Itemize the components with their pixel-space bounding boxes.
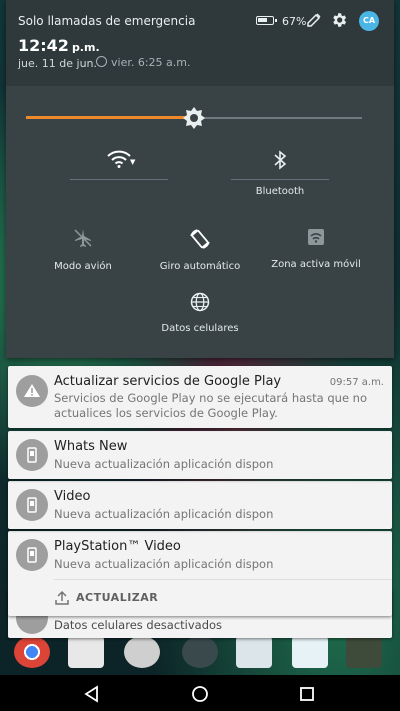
messages-app-icon bbox=[292, 636, 328, 668]
play-store-app-icon bbox=[68, 636, 104, 668]
hotspot-icon bbox=[308, 229, 324, 245]
wifi-tile-divider bbox=[70, 179, 168, 180]
update-action-button[interactable]: ACTUALIZAR bbox=[76, 591, 158, 604]
navigation-bar bbox=[0, 675, 400, 711]
upload-icon bbox=[55, 590, 69, 605]
bluetooth-tile-divider bbox=[231, 179, 329, 180]
google-play-time: 09:57 a.m. bbox=[329, 377, 384, 388]
whats-new-phone-icon bbox=[16, 439, 48, 471]
airplane-label: Modo avión bbox=[54, 261, 112, 272]
video-text: Nueva actualización aplicación dispon bbox=[54, 507, 274, 521]
notification-video[interactable]: Video Nueva actualización aplicación dis… bbox=[8, 481, 392, 529]
alarm-icon bbox=[96, 56, 107, 67]
playstation-divider bbox=[54, 579, 392, 580]
wifi-icon bbox=[107, 150, 131, 168]
playstation-text: Nueva actualización aplicación dispon bbox=[54, 557, 274, 571]
next-alarm[interactable]: vier. 6:25 a.m. bbox=[96, 56, 191, 69]
notification-whats-new[interactable]: Whats New Nueva actualización aplicación… bbox=[8, 431, 392, 479]
hotspot-label: Zona activa móvil bbox=[271, 259, 361, 270]
google-play-title: Actualizar servicios de Google Play bbox=[54, 374, 282, 389]
tile-airplane-mode[interactable]: Modo avión bbox=[40, 228, 126, 274]
video-phone-icon bbox=[16, 489, 48, 521]
email-app-icon bbox=[236, 636, 272, 668]
camera-app-icon bbox=[124, 636, 160, 668]
tile-wifi[interactable]: ▼ bbox=[70, 150, 168, 184]
chrome-app-icon bbox=[14, 636, 50, 668]
globe-icon bbox=[190, 292, 210, 312]
apps-drawer-icon bbox=[182, 636, 218, 668]
notification-playstation-video[interactable]: PlayStation™ Video Nueva actualización a… bbox=[8, 531, 392, 616]
battery-icon bbox=[256, 16, 277, 25]
battery-fill bbox=[258, 18, 267, 22]
home-icon[interactable] bbox=[191, 685, 209, 703]
alarm-text: vier. 6:25 a.m. bbox=[111, 56, 191, 69]
settings-gear-icon[interactable] bbox=[330, 11, 348, 29]
clock[interactable]: 12:42 p.m. bbox=[18, 36, 100, 55]
mobile-data-label: Datos celulares bbox=[161, 323, 239, 334]
back-icon[interactable] bbox=[83, 685, 101, 703]
brightness-thumb-icon[interactable] bbox=[183, 107, 205, 129]
user-avatar[interactable]: CA bbox=[359, 11, 379, 31]
rotate-icon bbox=[190, 229, 210, 249]
date-text[interactable]: jue. 11 de jun. bbox=[18, 57, 97, 70]
recents-icon[interactable] bbox=[298, 685, 316, 703]
tile-mobile-data[interactable]: Datos celulares bbox=[150, 292, 250, 338]
notification-google-play-services[interactable]: Actualizar servicios de Google Play 09:5… bbox=[8, 366, 392, 428]
auto-rotate-label: Giro automático bbox=[159, 261, 241, 272]
whats-new-text: Nueva actualización aplicación dispon bbox=[54, 457, 274, 471]
home-dock bbox=[0, 636, 400, 672]
video-title: Video bbox=[54, 489, 91, 504]
battery-percent: 67% bbox=[282, 15, 307, 28]
playstation-phone-icon bbox=[16, 539, 48, 571]
carrier-text: Solo llamadas de emergencia bbox=[18, 14, 196, 28]
wifi-dropdown-icon[interactable]: ▼ bbox=[130, 158, 135, 166]
brightness-fill bbox=[26, 116, 194, 119]
tile-hotspot[interactable]: Zona activa móvil bbox=[270, 228, 362, 274]
playstation-title: PlayStation™ Video bbox=[54, 539, 181, 554]
edit-icon[interactable] bbox=[306, 12, 322, 28]
pencil-app-icon bbox=[346, 636, 382, 668]
tile-auto-rotate[interactable]: Giro automático bbox=[153, 228, 247, 274]
clock-ampm: p.m. bbox=[71, 41, 100, 54]
bluetooth-icon bbox=[274, 150, 287, 170]
google-play-text: Servicios de Google Play no se ejecutará… bbox=[54, 391, 368, 420]
tile-bluetooth[interactable]: Bluetooth bbox=[231, 150, 329, 202]
bluetooth-label: Bluetooth bbox=[255, 186, 305, 197]
warning-icon bbox=[16, 375, 48, 407]
whats-new-title: Whats New bbox=[54, 439, 128, 454]
data-off-text: Datos celulares desactivados bbox=[54, 618, 223, 632]
status-header: Solo llamadas de emergencia 12:42 p.m. ju… bbox=[6, 0, 394, 86]
clock-time: 12:42 bbox=[18, 36, 69, 55]
airplane-icon bbox=[74, 229, 92, 247]
brightness-slider[interactable] bbox=[26, 107, 362, 129]
